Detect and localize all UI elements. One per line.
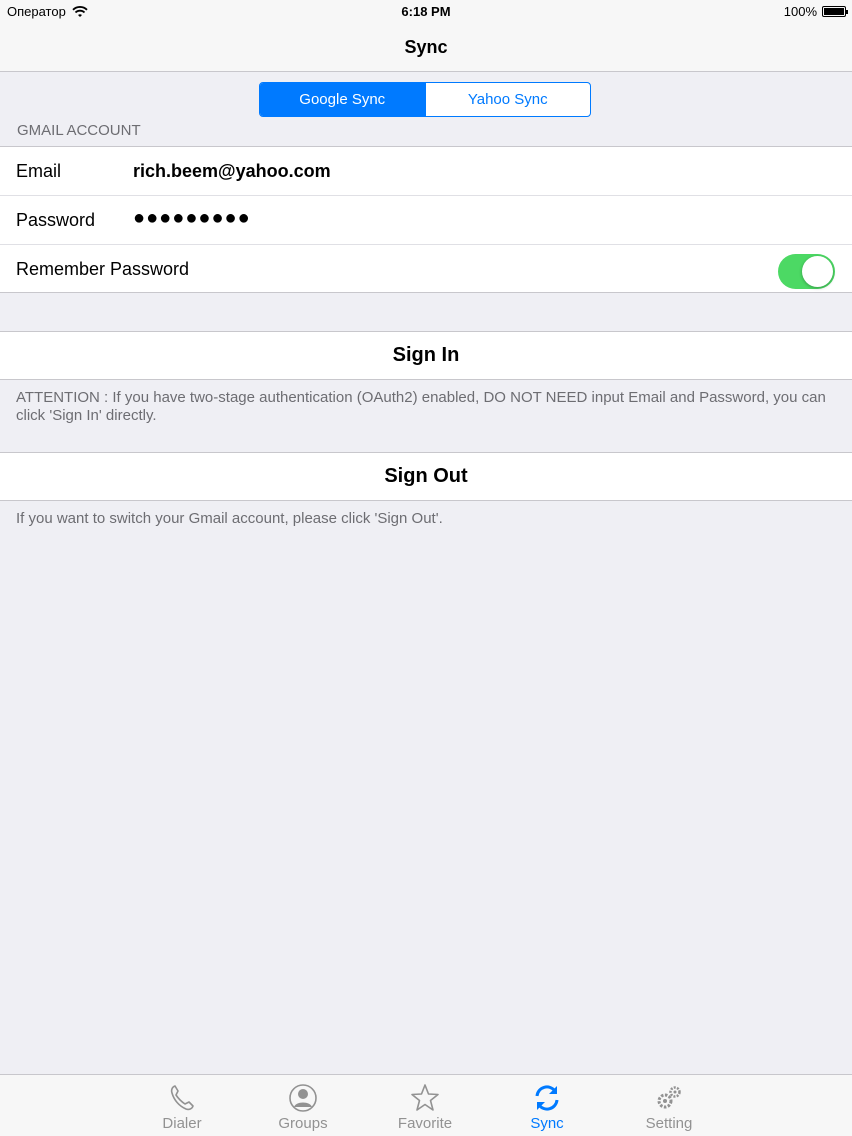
star-icon	[411, 1084, 439, 1111]
sign-out-button[interactable]: Sign Out	[0, 453, 852, 500]
tab-groups[interactable]: Groups	[253, 1075, 353, 1136]
segment-yahoo-sync[interactable]: Yahoo Sync	[424, 83, 591, 116]
battery-percent: 100%	[783, 4, 817, 19]
tab-favorite[interactable]: Favorite	[375, 1075, 475, 1136]
gears-icon	[657, 1086, 681, 1109]
sync-source-segmented-control: Google Sync Yahoo Sync	[259, 82, 591, 117]
remember-password-label: Remember Password	[16, 259, 190, 279]
tab-sync[interactable]: Sync	[497, 1075, 597, 1136]
password-row[interactable]: Password ●●●●●●●●●	[0, 196, 852, 245]
status-right: 100%	[783, 4, 848, 19]
password-field[interactable]: ●●●●●●●●●	[133, 207, 251, 230]
tab-label: Groups	[278, 1115, 328, 1132]
battery-fill	[824, 8, 844, 15]
navigation-bar: Sync	[0, 24, 852, 72]
person-icon	[289, 1084, 317, 1112]
tab-label: Sync	[530, 1115, 564, 1132]
phone-icon	[170, 1085, 194, 1111]
email-field[interactable]: rich.beem@yahoo.com	[133, 161, 331, 182]
password-label: Password	[16, 210, 96, 230]
sync-icon	[535, 1085, 559, 1111]
tab-bar: Dialer Groups Favorite Sync Setting	[0, 1074, 852, 1136]
page-title: Sync	[404, 37, 448, 57]
section-header-gmail-account: GMAIL ACCOUNT	[17, 122, 141, 139]
remember-password-toggle[interactable]	[778, 254, 835, 289]
tab-label: Setting	[645, 1115, 693, 1132]
tab-setting[interactable]: Setting	[619, 1075, 719, 1136]
remember-password-row: Remember Password	[0, 245, 852, 294]
tab-label: Favorite	[397, 1115, 453, 1132]
status-bar: Оператор 6:18 PM 100%	[0, 0, 852, 24]
email-row[interactable]: Email rich.beem@yahoo.com	[0, 147, 852, 196]
segment-google-sync[interactable]: Google Sync	[260, 83, 425, 116]
sign-out-note: If you want to switch your Gmail account…	[16, 510, 443, 527]
sign-out-cell: Sign Out	[0, 452, 852, 501]
email-label: Email	[16, 161, 62, 181]
sign-in-cell: Sign In	[0, 331, 852, 380]
tab-label: Dialer	[162, 1115, 202, 1132]
battery-icon	[822, 6, 848, 17]
toggle-knob[interactable]	[802, 256, 833, 287]
status-time: 6:18 PM	[401, 4, 451, 19]
account-form: Email rich.beem@yahoo.com Password ●●●●●…	[0, 146, 852, 293]
sign-in-button[interactable]: Sign In	[0, 332, 852, 379]
tab-dialer[interactable]: Dialer	[132, 1075, 232, 1136]
sign-in-note: ATTENTION : If you have two-stage authen…	[16, 389, 826, 424]
